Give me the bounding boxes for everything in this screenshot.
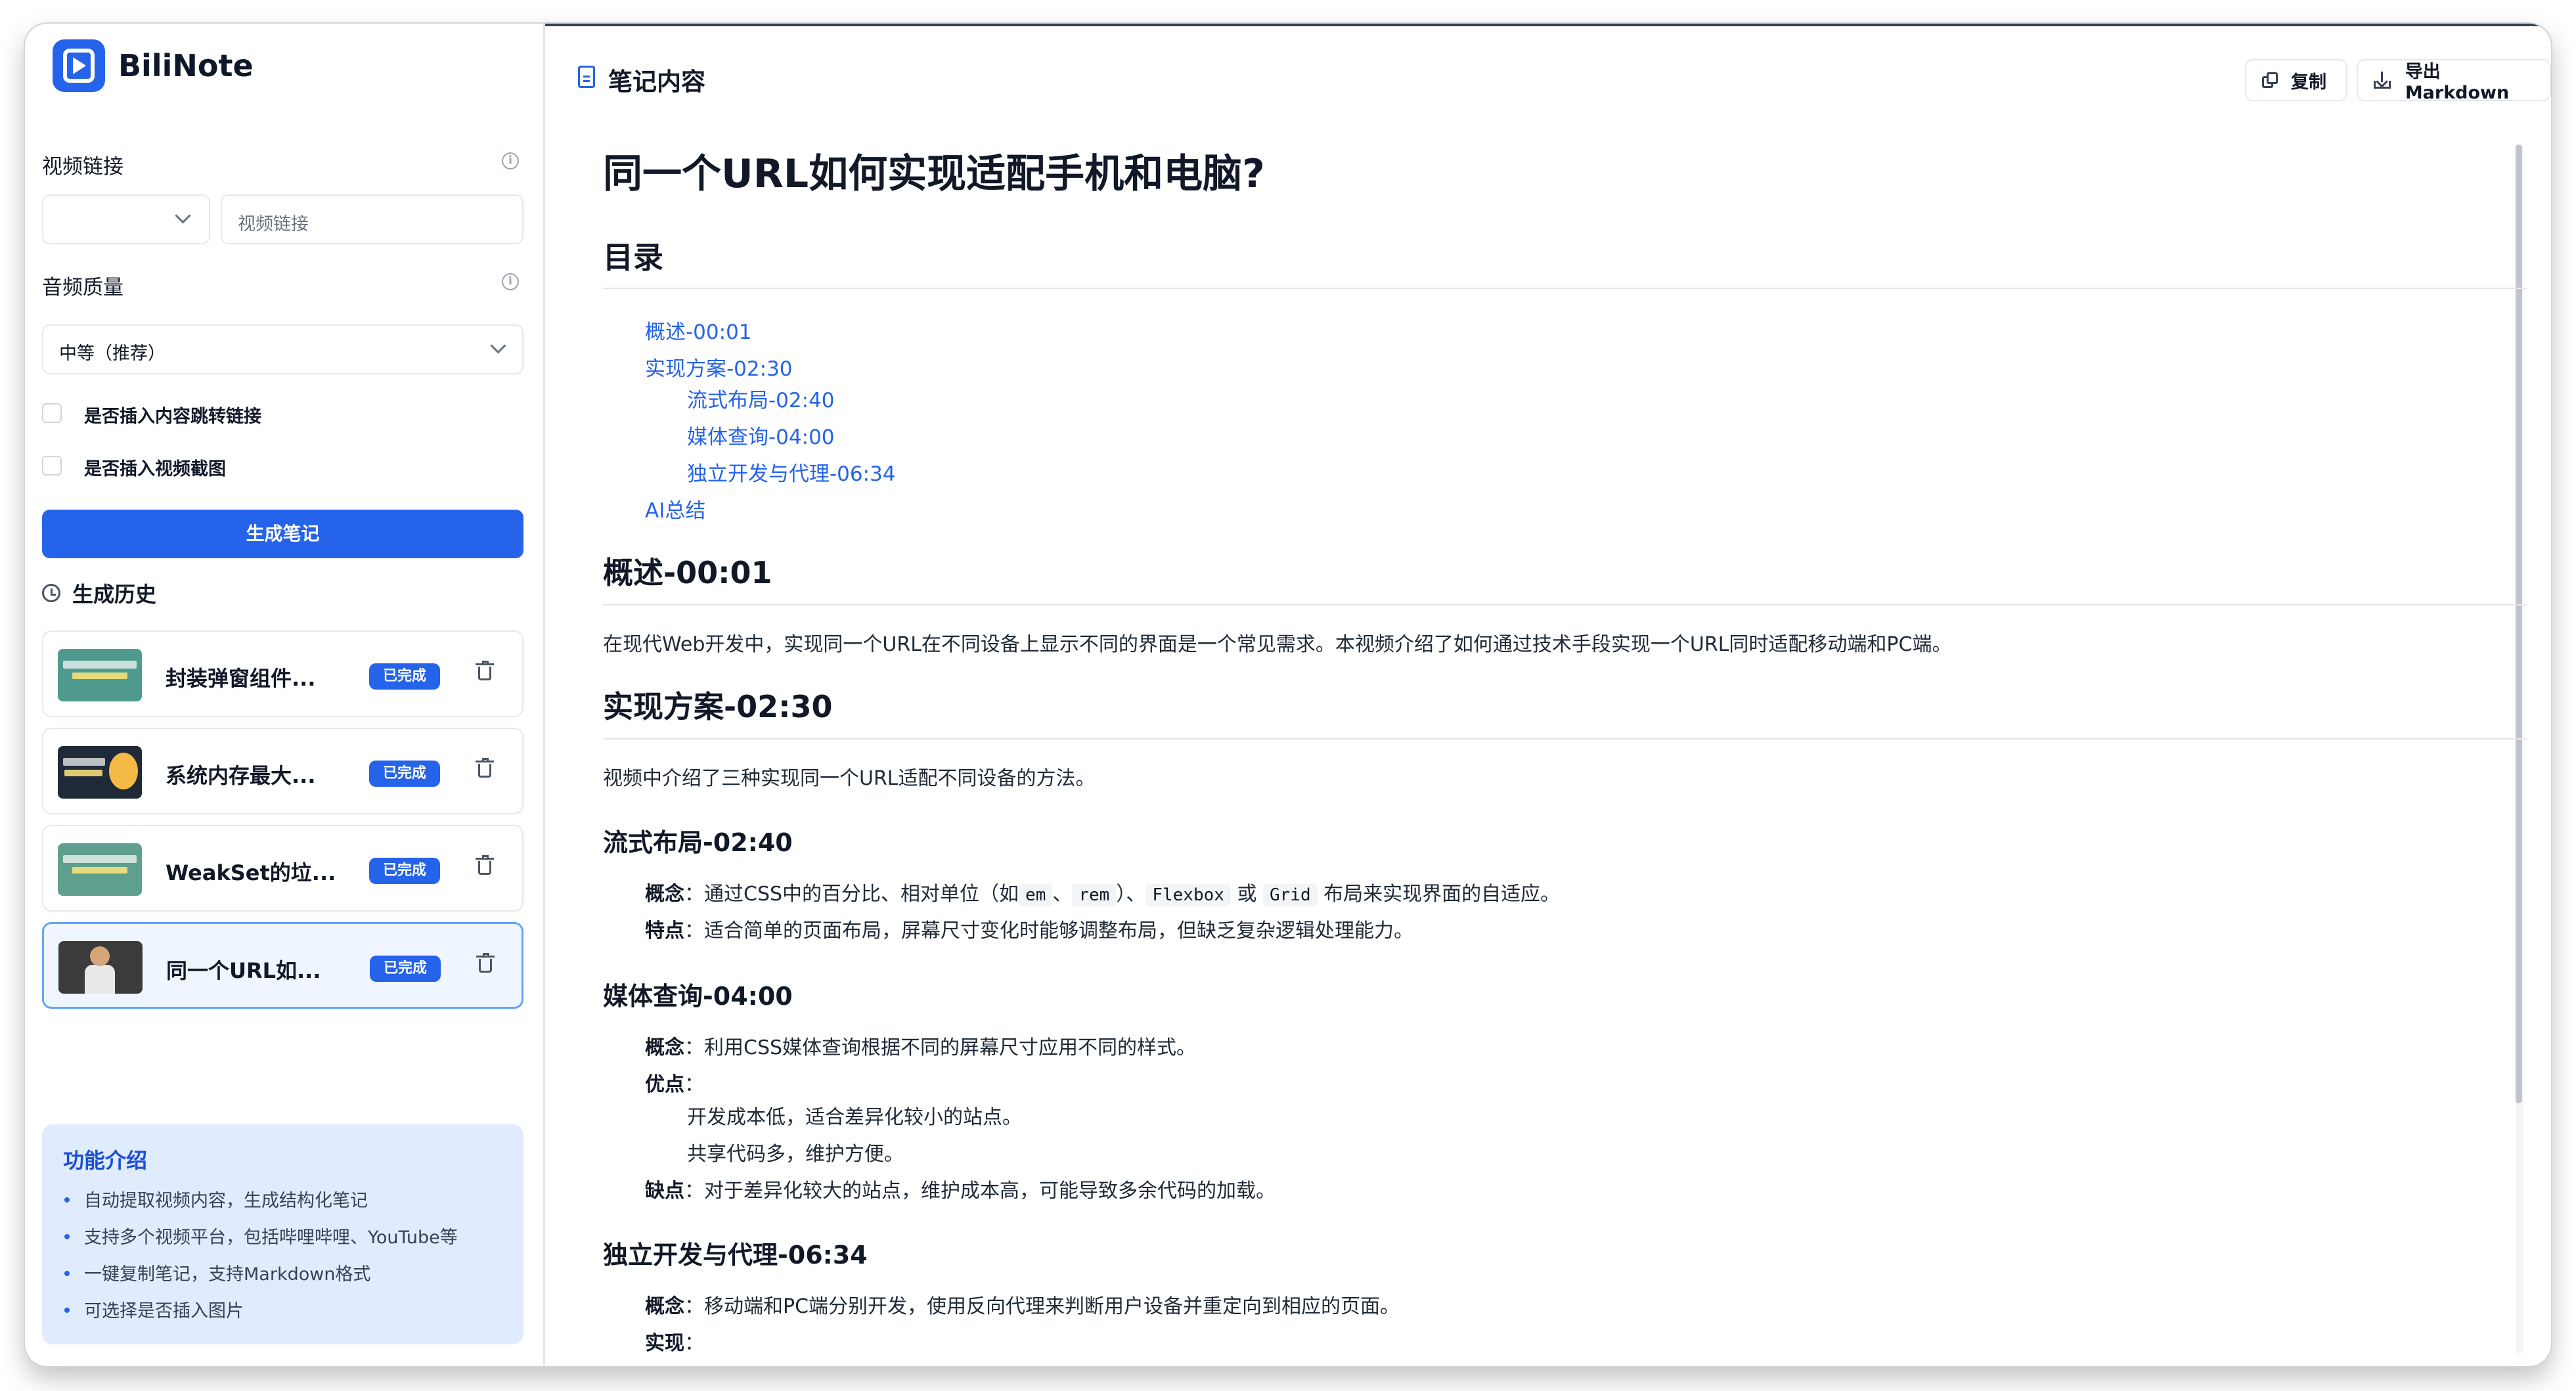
history-item-title: WeakSet的垃... xyxy=(166,860,336,885)
app-window: BiliNote 视频链接 i 视频链接 音频质量 i 中等（推荐） 是否插入内… xyxy=(25,24,2551,1366)
trash-icon[interactable] xyxy=(476,953,495,973)
features-title: 功能介绍 xyxy=(63,1148,148,1173)
feature-item: 一键复制笔记，支持Markdown格式 xyxy=(64,1260,370,1285)
video-thumbnail xyxy=(58,843,142,896)
subsection-heading: 独立开发与代理-06:34 xyxy=(603,1241,868,1270)
status-badge: 已完成 xyxy=(370,956,441,982)
list-item: 概念：利用CSS媒体查询根据不同的屏幕尺寸应用不同的样式。 xyxy=(645,1036,1197,1059)
section-heading: 概述-00:01 xyxy=(603,555,772,590)
status-badge: 已完成 xyxy=(369,858,440,884)
info-icon[interactable]: i xyxy=(502,273,519,290)
divider xyxy=(603,288,2527,289)
divider xyxy=(603,604,2527,606)
audio-quality-label: 音频质量 xyxy=(42,276,123,299)
main-panel: 笔记内容 复制 导出 Markdown 同一个URL如何实现适配手机和电脑? 目… xyxy=(545,24,2551,1366)
features-panel: 功能介绍 自动提取视频内容，生成结构化笔记 支持多个视频平台，包括哔哩哔哩、Yo… xyxy=(42,1124,523,1344)
list-item: 共享代码多，维护方便。 xyxy=(687,1143,904,1166)
status-badge: 已完成 xyxy=(369,761,440,787)
list-item: 概念：通过CSS中的百分比、相对单位（如 em、 rem）、 Flexbox 或 Gr… xyxy=(645,883,1561,906)
sidebar: BiliNote 视频链接 i 视频链接 音频质量 i 中等（推荐） 是否插入内… xyxy=(25,24,545,1366)
history-item-active[interactable]: 同一个URL如... 已完成 xyxy=(42,922,523,1009)
document-icon xyxy=(578,66,595,88)
history-item[interactable]: 封装弹窗组件... 已完成 xyxy=(42,630,523,717)
history-title: 生成历史 xyxy=(72,582,157,607)
toc-link[interactable]: 实现方案-02:30 xyxy=(645,352,793,382)
export-markdown-button[interactable]: 导出 Markdown xyxy=(2357,59,2551,103)
chevron-down-icon xyxy=(175,208,191,224)
video-link-label: 视频链接 xyxy=(42,155,123,179)
subsection-heading: 媒体查询-04:00 xyxy=(603,982,793,1011)
list-item: 优点： xyxy=(645,1073,704,1096)
copy-button-label: 复制 xyxy=(2291,72,2326,93)
app-name: BiliNote xyxy=(118,48,254,83)
chevron-down-icon xyxy=(490,338,506,354)
feature-item: 支持多个视频平台，包括哔哩哔哩、YouTube等 xyxy=(64,1223,458,1248)
history-item-title: 封装弹窗组件... xyxy=(166,666,316,691)
audio-quality-select[interactable]: 中等（推荐） xyxy=(42,324,523,374)
history-item[interactable]: 系统内存最大... 已完成 xyxy=(42,728,523,814)
history-header: 生成历史 xyxy=(42,578,156,608)
status-badge: 已完成 xyxy=(369,663,440,690)
video-thumbnail xyxy=(58,746,142,799)
video-thumbnail xyxy=(58,941,143,994)
feature-item: 自动提取视频内容，生成结构化笔记 xyxy=(64,1186,368,1212)
toc-link[interactable]: 独立开发与代理-06:34 xyxy=(687,457,896,487)
copy-icon xyxy=(2262,72,2278,88)
solution-paragraph: 视频中介绍了三种实现同一个URL适配不同设备的方法。 xyxy=(603,767,1096,790)
list-item: 缺点：对于差异化较大的站点，维护成本高，可能导致多余代码的加载。 xyxy=(645,1180,1276,1203)
copy-button[interactable]: 复制 xyxy=(2245,59,2347,101)
video-link-input[interactable]: 视频链接 xyxy=(221,194,523,244)
download-icon xyxy=(2374,72,2391,89)
insert-link-checkbox[interactable] xyxy=(42,403,62,423)
section-heading: 实现方案-02:30 xyxy=(603,689,833,724)
history-item[interactable]: WeakSet的垃... 已完成 xyxy=(42,825,523,912)
trash-icon[interactable] xyxy=(476,758,494,778)
list-item: 特点：适合简单的页面布局，屏幕尺寸变化时能够调整布局，但缺乏复杂逻辑处理能力。 xyxy=(645,919,1413,942)
main-header-title: 笔记内容 xyxy=(608,68,705,96)
toc-heading: 目录 xyxy=(603,240,663,275)
platform-select[interactable] xyxy=(42,194,210,244)
document-title: 同一个URL如何实现适配手机和电脑? xyxy=(603,151,1265,197)
insert-link-label: 是否插入内容跳转链接 xyxy=(84,407,261,427)
insert-screenshot-label: 是否插入视频截图 xyxy=(84,459,226,479)
overview-paragraph: 在现代Web开发中，实现同一个URL在不同设备上显示不同的界面是一个常见需求。本… xyxy=(603,633,1952,656)
video-link-placeholder: 视频链接 xyxy=(238,214,309,234)
app-logo[interactable]: BiliNote xyxy=(53,39,254,92)
history-item-title: 系统内存最大... xyxy=(166,763,316,788)
list-item: 概念：移动端和PC端分别开发，使用反向代理来判断用户设备并重定向到相应的页面。 xyxy=(645,1295,1400,1318)
toc-link[interactable]: AI总结 xyxy=(645,494,705,523)
history-item-title: 同一个URL如... xyxy=(166,958,321,983)
video-thumbnail xyxy=(58,649,142,701)
feature-item: 可选择是否插入图片 xyxy=(64,1296,244,1322)
toc-link[interactable]: 概述-00:01 xyxy=(645,315,752,345)
trash-icon[interactable] xyxy=(476,661,494,680)
divider xyxy=(603,738,2527,740)
toc-link[interactable]: 媒体查询-04:00 xyxy=(687,420,835,450)
list-item: 实现： xyxy=(645,1332,704,1355)
clock-icon xyxy=(42,584,60,602)
export-button-label: 导出 Markdown xyxy=(2405,62,2510,103)
generate-note-button[interactable]: 生成笔记 xyxy=(42,510,523,558)
list-item: 开发成本低，适合差异化较小的站点。 xyxy=(687,1106,1022,1129)
insert-screenshot-checkbox[interactable] xyxy=(42,456,62,475)
info-icon[interactable]: i xyxy=(502,152,519,169)
bilinote-logo-icon xyxy=(53,39,105,92)
trash-icon[interactable] xyxy=(476,855,494,875)
toc-link[interactable]: 流式布局-02:40 xyxy=(687,384,835,413)
subsection-heading: 流式布局-02:40 xyxy=(603,828,793,857)
audio-quality-value: 中等（推荐） xyxy=(59,343,166,364)
